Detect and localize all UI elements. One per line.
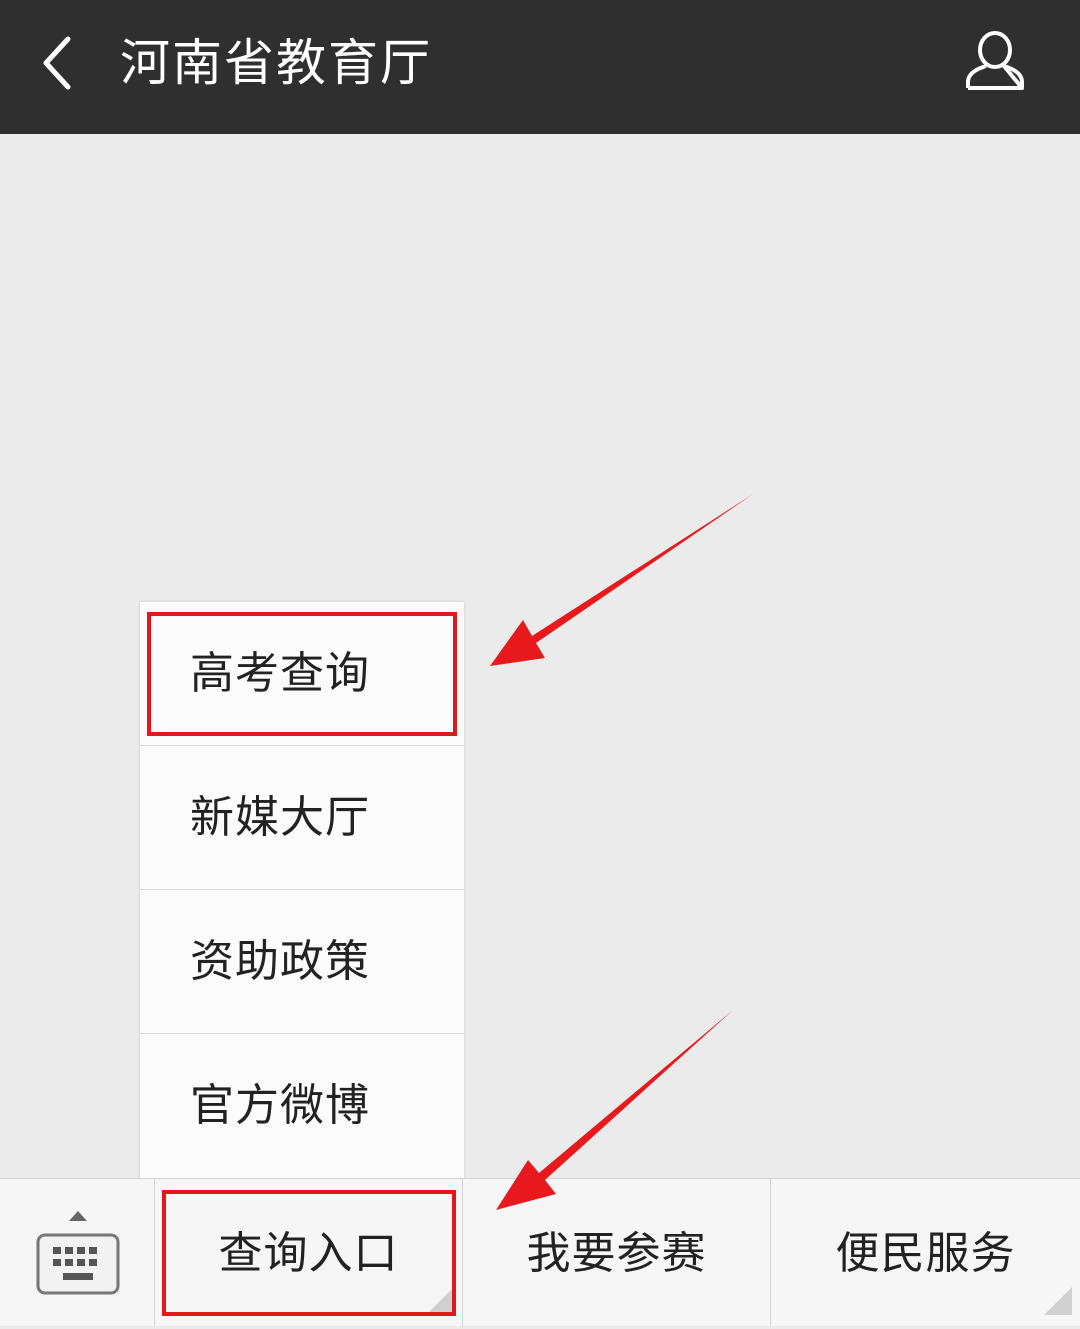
submenu-item-new-media-hall[interactable]: 新媒大厅 [140, 746, 464, 890]
submenu-item-financial-aid-policy[interactable]: 资助政策 [140, 890, 464, 1034]
menu-tab-label: 我要参赛 [526, 1228, 707, 1279]
chevron-left-icon[interactable] [36, 33, 80, 93]
highlight-box-gaokao-query [147, 612, 457, 736]
submenu-item-official-weibo[interactable]: 官方微博 [140, 1034, 464, 1178]
top-nav-bar: 河南省教育厅 [0, 0, 1080, 134]
submenu-item-label: 资助政策 [190, 936, 370, 987]
submenu-indicator-icon [1044, 1287, 1072, 1315]
user-profile-icon[interactable] [960, 30, 1030, 94]
submenu-item-label: 新媒大厅 [190, 792, 370, 843]
keyboard-toggle-icon [36, 1211, 120, 1295]
highlight-box-query-entry [162, 1190, 456, 1316]
menu-tab-label: 便民服务 [835, 1228, 1016, 1279]
keyboard-toggle-button[interactable] [0, 1179, 155, 1327]
submenu-item-label: 官方微博 [190, 1080, 370, 1131]
menu-tab-public-services[interactable]: 便民服务 [771, 1179, 1080, 1327]
menu-tab-join-contest[interactable]: 我要参赛 [463, 1179, 771, 1327]
page-title: 河南省教育厅 [120, 34, 432, 92]
